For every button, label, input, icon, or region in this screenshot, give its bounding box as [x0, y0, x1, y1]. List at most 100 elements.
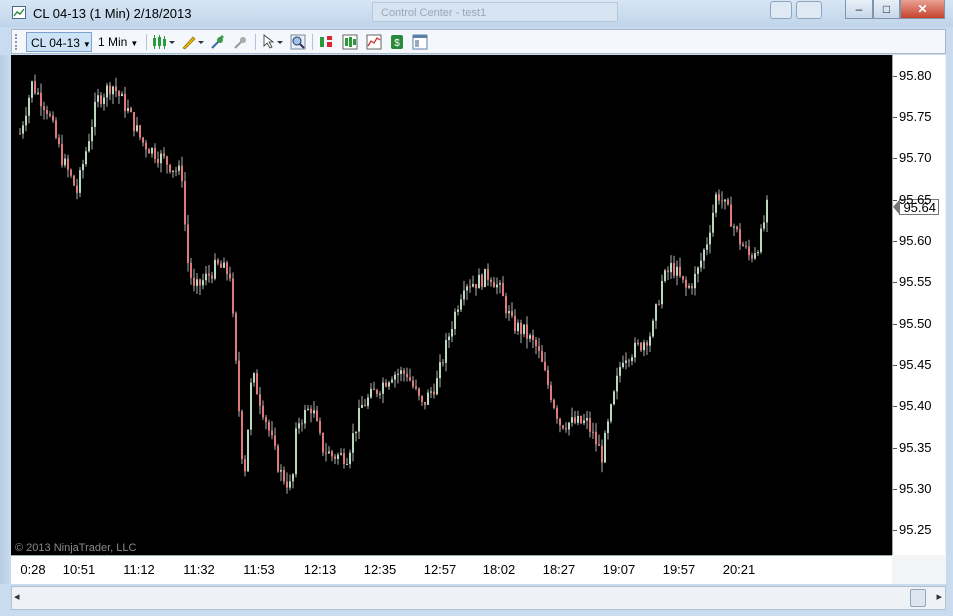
background-window-tab[interactable]: Control Center - test1: [372, 2, 618, 22]
candle-down: [208, 273, 210, 276]
candle-up: [178, 165, 180, 171]
candle-up: [457, 309, 459, 312]
candle-down: [679, 266, 681, 277]
candle-up: [529, 335, 531, 339]
candle-down: [691, 286, 693, 289]
interval-selector[interactable]: 1 Min ▼: [94, 32, 144, 52]
candle-up: [478, 274, 480, 289]
candle-up: [253, 373, 255, 383]
candle-up: [577, 415, 579, 423]
maximize-button[interactable]: □: [873, 0, 900, 19]
candle-down: [199, 279, 201, 286]
candle-up: [676, 266, 678, 276]
price-plot-area[interactable]: [11, 55, 892, 555]
candle-down: [175, 170, 177, 172]
candle-down: [538, 346, 540, 351]
candle-down: [502, 283, 504, 297]
candle-up: [763, 222, 765, 229]
candle-up: [448, 336, 450, 341]
pin-icon[interactable]: [210, 34, 226, 50]
candle-down: [220, 263, 222, 268]
candle-up: [202, 280, 204, 286]
candle-up: [280, 470, 282, 472]
candle-down: [526, 324, 528, 339]
candle-down: [226, 262, 228, 274]
candle-up: [466, 286, 468, 291]
chevron-down-icon: ▼: [82, 40, 91, 49]
minimize-button[interactable]: –: [845, 0, 873, 19]
price-axis[interactable]: 95.64 95.80 95.75 95.70 95.65 95.60 95.55 95.5…: [892, 55, 945, 555]
candle-down: [493, 281, 495, 288]
candle-up: [463, 290, 465, 300]
candle-up: [37, 92, 39, 94]
drawing-tool-icon[interactable]: [181, 34, 205, 50]
price-tick: [893, 323, 897, 325]
candle-up: [607, 421, 609, 433]
candle-down: [235, 313, 237, 361]
indicators-icon[interactable]: [366, 34, 382, 50]
candle-up: [754, 253, 756, 259]
candle-up: [436, 378, 438, 395]
candle-down: [742, 244, 744, 247]
price-tick: [893, 364, 897, 366]
candle-down: [481, 274, 483, 288]
candle-down: [442, 362, 444, 364]
candle-up: [454, 311, 456, 330]
candle-down: [184, 181, 186, 225]
time-label: 10:51: [62, 562, 96, 577]
candle-down: [364, 405, 366, 407]
candle-down: [409, 377, 411, 381]
pin-gray-icon[interactable]: [233, 34, 249, 50]
candle-down: [505, 296, 507, 314]
pointer-icon[interactable]: [261, 34, 285, 50]
candle-down: [58, 137, 60, 144]
candle-down: [166, 156, 168, 165]
title-bar[interactable]: CL 04-13 (1 Min) 2/18/2013 Control Cente…: [0, 0, 953, 27]
candle-down: [130, 108, 132, 113]
scroll-thumb[interactable]: [910, 589, 926, 607]
toolbar-grip[interactable]: [15, 34, 20, 50]
time-label: 19:57: [662, 562, 696, 577]
candle-up: [427, 392, 429, 405]
candle-up: [361, 405, 363, 408]
scroll-left-arrow-icon[interactable]: ◂: [14, 590, 20, 603]
strategies-icon[interactable]: $: [389, 34, 405, 50]
candle-up: [205, 273, 207, 281]
candle-down: [646, 342, 648, 346]
candle-down: [124, 93, 126, 112]
candle-down: [532, 335, 534, 340]
candle-up: [295, 428, 297, 475]
candle-up: [94, 101, 96, 127]
price-label: 95.80: [899, 67, 932, 83]
bars-icon[interactable]: [342, 34, 358, 50]
time-axis[interactable]: 0:28 10:51 11:12 11:32 11:53 12:13 12:35 12:57 1…: [11, 555, 892, 584]
scroll-right-arrow-icon[interactable]: ▸: [936, 590, 942, 603]
candle-up: [97, 95, 99, 102]
time-label: 20:21: [722, 562, 756, 577]
candle-down: [721, 200, 723, 202]
price-tick: [893, 447, 897, 449]
background-window-buttons: [770, 1, 828, 19]
candle-down: [100, 95, 102, 104]
candle-down: [637, 342, 639, 344]
candle-up: [613, 391, 615, 405]
candle-up: [568, 422, 570, 430]
candle-up: [706, 244, 708, 250]
data-box-icon[interactable]: [318, 34, 334, 50]
candle-down: [265, 417, 267, 423]
candle-down: [598, 444, 600, 446]
candle-up: [85, 151, 87, 165]
instrument-selector[interactable]: CL 04-13 ▼: [26, 32, 92, 52]
candle-down: [745, 246, 747, 248]
candle-up: [571, 417, 573, 423]
candle-down: [34, 81, 36, 94]
zoom-icon[interactable]: [290, 34, 306, 50]
properties-icon[interactable]: [412, 34, 428, 50]
chart-style-icon[interactable]: [152, 34, 176, 50]
close-button[interactable]: ✕: [900, 0, 945, 19]
price-tick: [893, 488, 897, 490]
candle-down: [343, 453, 345, 465]
horizontal-scrollbar[interactable]: ◂ ▸: [11, 586, 946, 610]
candle-down: [628, 360, 630, 362]
candle-up: [400, 370, 402, 374]
